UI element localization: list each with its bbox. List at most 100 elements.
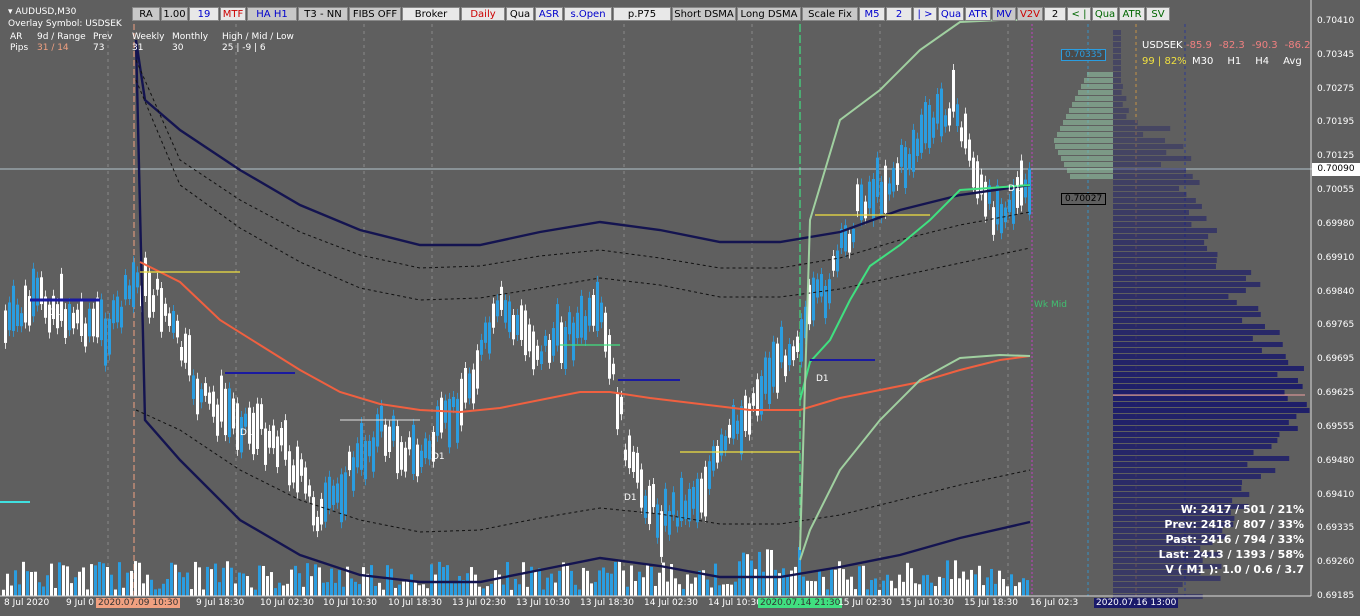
toolbar-button-15[interactable]: Scale Fix [802, 7, 858, 21]
volume-bar [898, 574, 901, 596]
volume-bar [102, 563, 105, 596]
candle-body [864, 201, 867, 219]
volume-bar [278, 582, 281, 596]
volume-profile-bar [1113, 486, 1242, 491]
volume-bar [506, 562, 509, 596]
overlay-tf-0[interactable]: M30 [1192, 56, 1213, 67]
volume-bar [174, 564, 177, 596]
volume-bar [386, 565, 389, 596]
volume-bar [94, 565, 97, 596]
candle-body [336, 483, 339, 503]
toolbar-button-24[interactable]: < | [1067, 7, 1091, 21]
volume-profile-bar [1113, 342, 1283, 347]
toolbar-button-5[interactable]: T3 - NN [298, 7, 348, 21]
volume-bar [358, 584, 361, 596]
volume-bar [570, 570, 573, 596]
candle-body [664, 488, 667, 526]
volume-bar [342, 586, 345, 596]
volume-bar [742, 552, 745, 596]
volume-bar [962, 571, 965, 596]
toolbar-button-7[interactable]: Broker [402, 7, 460, 21]
candle-body [424, 438, 427, 459]
candle-body [516, 314, 519, 335]
volume-bar [1006, 586, 1009, 596]
toolbar-button-21[interactable]: MV [992, 7, 1016, 21]
overlay-tf-3[interactable]: Avg [1283, 56, 1302, 67]
volume-bar [42, 586, 45, 596]
toolbar-button-22[interactable]: V2V [1017, 7, 1043, 21]
overlay-tf-2[interactable]: H4 [1255, 56, 1269, 67]
candle-body [632, 451, 635, 472]
volume-profile-bar [1113, 312, 1261, 317]
candle-body [948, 108, 951, 126]
volume-stat-3: Last: 2413 / 1393 / 58% [1158, 548, 1304, 561]
toolbar-button-0[interactable]: RA [132, 7, 160, 21]
d1-label: D1 [624, 493, 637, 503]
toolbar-button-11[interactable]: s.Open [564, 7, 612, 21]
volume-bar [70, 583, 73, 596]
toolbar-button-16[interactable]: M5 [859, 7, 885, 21]
price-axis-label: 0.69480 [1317, 455, 1355, 466]
candle-body [472, 369, 475, 404]
candle-body [348, 451, 351, 471]
toolbar-button-1[interactable]: 1.00 [161, 7, 188, 21]
time-axis-label: 16 Jul 02:3 [1030, 598, 1079, 608]
candle-body [636, 452, 639, 483]
volume-profile-bar [1113, 588, 1179, 593]
volume-bar [526, 586, 529, 596]
toolbar-button-20[interactable]: ATR [965, 7, 991, 21]
candle-body [260, 404, 263, 429]
toolbar-button-12[interactable]: p.P75 [613, 7, 671, 21]
toolbar-button-8[interactable]: Daily [461, 7, 505, 21]
toolbar-button-4[interactable]: HA H1 [247, 7, 297, 21]
toolbar-button-13[interactable]: Short DSMA [672, 7, 736, 21]
candle-body [24, 285, 27, 323]
toolbar-button-9[interactable]: Qua [506, 7, 534, 21]
overlay-tf-1[interactable]: H1 [1227, 56, 1241, 67]
volume-bar [986, 577, 989, 596]
candle-body [496, 300, 499, 317]
volume-bar [490, 583, 493, 596]
toolbar-button-27[interactable]: SV [1146, 7, 1170, 21]
toolbar-button-14[interactable]: Long DSMA [737, 7, 801, 21]
toolbar-button-25[interactable]: Qua [1092, 7, 1118, 21]
volume-bar [1014, 586, 1017, 596]
volume-bar [286, 583, 289, 596]
volume-bar [402, 581, 405, 596]
candle-body [564, 327, 567, 369]
symbol-title: ▾ AUDUSD,M30 [8, 7, 77, 17]
candle-body [856, 184, 859, 212]
candle-body [716, 445, 719, 463]
volume-bar [598, 570, 601, 596]
toolbar-button-3[interactable]: MTF [220, 7, 246, 21]
volume-bar [166, 578, 169, 596]
volume-bar [6, 573, 9, 596]
price-chart[interactable] [0, 0, 1360, 616]
volume-profile-bar [1113, 348, 1262, 353]
candle-body [320, 498, 323, 525]
toolbar-button-26[interactable]: ATR [1119, 7, 1145, 21]
toolbar-button-19[interactable]: Qua [938, 7, 964, 21]
volume-bar [106, 566, 109, 596]
candle-body [120, 306, 123, 328]
candle-body [648, 485, 651, 525]
candle-body [792, 346, 795, 361]
moving-average-green [799, 184, 1031, 401]
volume-bar [270, 572, 273, 596]
volume-bar [646, 565, 649, 596]
toolbar-button-17[interactable]: 2 [886, 7, 912, 21]
volume-profile-bar [1113, 150, 1167, 155]
volume-bar [810, 580, 813, 596]
volume-bar [974, 574, 977, 596]
toolbar-button-2[interactable]: 19 [189, 7, 219, 21]
toolbar-button-23[interactable]: 2 [1044, 7, 1066, 21]
candle-body [680, 477, 683, 522]
toolbar-button-10[interactable]: ASR [535, 7, 563, 21]
toolbar-button-18[interactable]: | > [913, 7, 937, 21]
d1-label: D1 [816, 374, 829, 384]
candle-body [736, 420, 739, 434]
volume-bar [890, 580, 893, 596]
toolbar-button-6[interactable]: FIBS OFF [349, 7, 401, 21]
candle-body [1008, 199, 1011, 213]
price-axis-label: 0.69695 [1317, 354, 1355, 365]
